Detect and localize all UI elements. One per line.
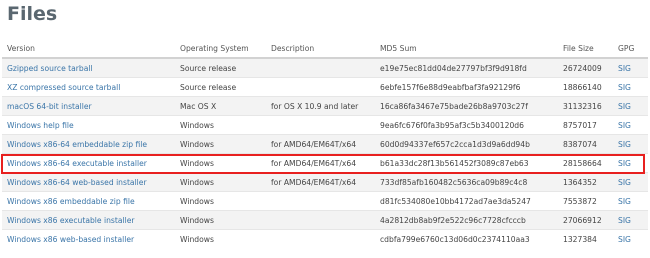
os-cell: Source release: [175, 77, 266, 97]
os-cell: Windows: [175, 115, 266, 135]
table-row: Gzipped source tarball Source release e1…: [2, 57, 648, 78]
table-header-row: Version Operating System Description MD5…: [2, 39, 648, 59]
version-link[interactable]: Windows x86 embeddable zip file: [7, 197, 135, 206]
gpg-cell: SIG: [613, 210, 648, 230]
description-cell: [266, 77, 375, 97]
os-cell: Windows: [175, 210, 266, 230]
sig-link[interactable]: SIG: [618, 102, 631, 111]
size-cell: 31132316: [558, 96, 613, 116]
table-row: Windows x86 web-based installer Windows …: [2, 229, 648, 248]
version-link[interactable]: Windows help file: [7, 121, 74, 130]
gpg-cell: SIG: [613, 96, 648, 116]
description-cell: for AMD64/EM64T/x64: [266, 153, 375, 173]
size-cell: 1364352: [558, 172, 613, 192]
description-cell: [266, 191, 375, 211]
version-cell: Gzipped source tarball: [2, 57, 175, 78]
md5-cell: cdbfa799e6760c13d06d0c2374110aa3: [375, 229, 558, 248]
size-cell: 18866140: [558, 77, 613, 97]
page-title: Files: [7, 3, 58, 25]
os-cell: Mac OS X: [175, 96, 266, 116]
md5-cell: 6ebfe157f6e88d9eabfbaf3fa92129f6: [375, 77, 558, 97]
gpg-cell: SIG: [613, 153, 648, 173]
md5-cell: 4a2812db8ab9f2e522c96c7728cfcccb: [375, 210, 558, 230]
os-cell: Windows: [175, 153, 266, 173]
header-file-size: File Size: [558, 39, 613, 59]
size-cell: 8387074: [558, 134, 613, 154]
description-cell: [266, 229, 375, 248]
os-cell: Windows: [175, 134, 266, 154]
version-link[interactable]: Gzipped source tarball: [7, 64, 93, 73]
description-cell: [266, 115, 375, 135]
md5-cell: b61a33dc28f13b561452f3089c87eb63: [375, 153, 558, 173]
header-operating-system: Operating System: [175, 39, 266, 59]
gpg-cell: SIG: [613, 229, 648, 248]
version-link[interactable]: Windows x86 web-based installer: [7, 235, 134, 244]
header-description: Description: [266, 39, 375, 59]
table-row: Windows x86-64 embeddable zip file Windo…: [2, 134, 648, 154]
md5-cell: d81fc534080e10bb4172ad7ae3da5247: [375, 191, 558, 211]
sig-link[interactable]: SIG: [618, 197, 631, 206]
os-cell: Windows: [175, 172, 266, 192]
table-row-highlighted: Windows x86-64 executable installer Wind…: [2, 153, 648, 173]
version-link[interactable]: Windows x86-64 web-based installer: [7, 178, 147, 187]
header-gpg: GPG: [613, 39, 648, 59]
description-cell: for AMD64/EM64T/x64: [266, 172, 375, 192]
version-link[interactable]: macOS 64-bit installer: [7, 102, 92, 111]
gpg-cell: SIG: [613, 191, 648, 211]
version-link[interactable]: Windows x86 executable installer: [7, 216, 135, 225]
sig-link[interactable]: SIG: [618, 178, 631, 187]
version-cell: Windows x86-64 executable installer: [2, 153, 175, 173]
version-cell: Windows x86 executable installer: [2, 210, 175, 230]
sig-link[interactable]: SIG: [618, 83, 631, 92]
sig-link[interactable]: SIG: [618, 64, 631, 73]
description-cell: for OS X 10.9 and later: [266, 96, 375, 116]
table-row: Windows help file Windows 9ea6fc676f0fa3…: [2, 115, 648, 135]
table-row: macOS 64-bit installer Mac OS X for OS X…: [2, 96, 648, 116]
os-cell: Windows: [175, 229, 266, 248]
sig-link[interactable]: SIG: [618, 159, 631, 168]
description-cell: [266, 210, 375, 230]
sig-link[interactable]: SIG: [618, 216, 631, 225]
md5-cell: e19e75ec81dd04de27797bf3f9d918fd: [375, 57, 558, 78]
gpg-cell: SIG: [613, 172, 648, 192]
version-cell: Windows help file: [2, 115, 175, 135]
version-cell: macOS 64-bit installer: [2, 96, 175, 116]
sig-link[interactable]: SIG: [618, 121, 631, 130]
md5-cell: 733df85afb160482c5636ca09b89c4c8: [375, 172, 558, 192]
table-row: Windows x86 embeddable zip file Windows …: [2, 191, 648, 211]
version-cell: Windows x86 embeddable zip file: [2, 191, 175, 211]
version-cell: Windows x86-64 web-based installer: [2, 172, 175, 192]
version-cell: XZ compressed source tarball: [2, 77, 175, 97]
size-cell: 1327384: [558, 229, 613, 248]
description-cell: [266, 57, 375, 78]
version-link[interactable]: Windows x86-64 executable installer: [7, 159, 147, 168]
size-cell: 26724009: [558, 57, 613, 78]
gpg-cell: SIG: [613, 115, 648, 135]
size-cell: 8757017: [558, 115, 613, 135]
gpg-cell: SIG: [613, 57, 648, 78]
sig-link[interactable]: SIG: [618, 140, 631, 149]
header-md5-sum: MD5 Sum: [375, 39, 558, 59]
version-link[interactable]: XZ compressed source tarball: [7, 83, 120, 92]
size-cell: 27066912: [558, 210, 613, 230]
gpg-cell: SIG: [613, 77, 648, 97]
md5-cell: 60d0d94337ef657c2cca1d3d9a6dd94b: [375, 134, 558, 154]
files-table: Version Operating System Description MD5…: [2, 39, 648, 248]
table-row: Windows x86-64 web-based installer Windo…: [2, 172, 648, 192]
size-cell: 28158664: [558, 153, 613, 173]
version-link[interactable]: Windows x86-64 embeddable zip file: [7, 140, 147, 149]
md5-cell: 16ca86fa3467e75bade26b8a9703c27f: [375, 96, 558, 116]
header-version: Version: [2, 39, 175, 59]
version-cell: Windows x86-64 embeddable zip file: [2, 134, 175, 154]
gpg-cell: SIG: [613, 134, 648, 154]
os-cell: Windows: [175, 191, 266, 211]
md5-cell: 9ea6fc676f0fa3b95af3c5b3400120d6: [375, 115, 558, 135]
description-cell: for AMD64/EM64T/x64: [266, 134, 375, 154]
sig-link[interactable]: SIG: [618, 235, 631, 244]
size-cell: 7553872: [558, 191, 613, 211]
os-cell: Source release: [175, 57, 266, 78]
table-row: XZ compressed source tarball Source rele…: [2, 77, 648, 97]
table-row: Windows x86 executable installer Windows…: [2, 210, 648, 230]
version-cell: Windows x86 web-based installer: [2, 229, 175, 248]
